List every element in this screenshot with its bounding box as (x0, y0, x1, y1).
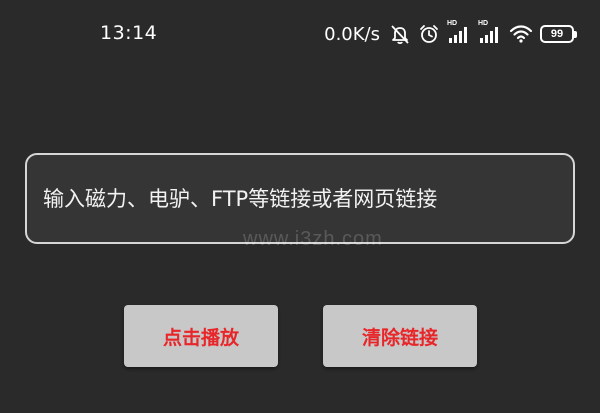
signal-hd-icon-2: HD (478, 20, 502, 44)
clear-link-button[interactable]: 清除链接 (323, 305, 477, 367)
status-time: 13:14 (100, 22, 158, 44)
mute-icon (389, 23, 411, 45)
signal-hd-icon: HD (447, 20, 471, 44)
battery-level: 99 (550, 28, 564, 40)
alarm-icon (418, 23, 440, 45)
link-input-container[interactable] (25, 153, 575, 244)
status-bar: 13:14 0.0K/s HD HD 99 (0, 0, 600, 70)
wifi-icon (509, 24, 533, 44)
network-speed: 0.0K/s (324, 23, 380, 45)
status-icons: 0.0K/s HD HD 99 (324, 20, 577, 48)
link-input[interactable] (41, 185, 559, 212)
battery-icon: 99 (540, 25, 577, 43)
play-button[interactable]: 点击播放 (124, 305, 278, 367)
